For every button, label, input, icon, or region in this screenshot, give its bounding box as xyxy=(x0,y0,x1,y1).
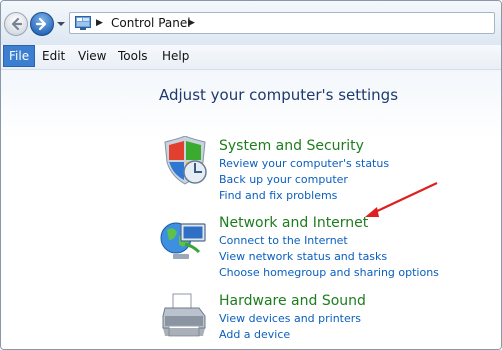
category-hardware-sound[interactable]: Hardware and Sound xyxy=(219,292,366,310)
category-network-internet[interactable]: Network and Internet xyxy=(219,214,368,232)
menu-edit[interactable]: Edit xyxy=(37,45,70,67)
printer-icon[interactable] xyxy=(159,292,209,342)
content-pane: Adjust your computer's settings System a… xyxy=(1,70,501,349)
address-bar-area: ▶ Control Panel ▶ xyxy=(1,1,501,45)
link-devices-printers[interactable]: View devices and printers xyxy=(219,311,361,326)
breadcrumb-control-panel[interactable]: Control Panel xyxy=(111,15,191,31)
breadcrumb-chevron-icon[interactable]: ▶ xyxy=(188,15,195,31)
menu-view[interactable]: View xyxy=(73,45,111,67)
link-back-up[interactable]: Back up your computer xyxy=(219,172,348,187)
address-field[interactable]: ▶ Control Panel ▶ xyxy=(69,12,495,34)
menu-tools[interactable]: Tools xyxy=(113,45,153,67)
link-add-device[interactable]: Add a device xyxy=(219,327,290,342)
shield-icon[interactable] xyxy=(161,136,211,186)
control-panel-window: ▶ Control Panel ▶ File Edit View Tools H… xyxy=(0,0,502,350)
link-find-fix[interactable]: Find and fix problems xyxy=(219,188,337,203)
back-arrow-icon xyxy=(11,17,23,31)
menu-help[interactable]: Help xyxy=(157,45,194,67)
breadcrumb-separator-icon[interactable]: ▶ xyxy=(96,15,103,31)
forward-arrow-icon xyxy=(35,17,47,31)
annotation-arrow-icon xyxy=(365,182,438,217)
link-connect-internet[interactable]: Connect to the Internet xyxy=(219,233,348,248)
menu-file[interactable]: File xyxy=(3,45,36,67)
history-dropdown-icon[interactable] xyxy=(56,20,66,28)
menu-bar: File Edit View Tools Help xyxy=(1,45,501,70)
forward-button[interactable] xyxy=(30,12,54,36)
link-review-status[interactable]: Review your computer's status xyxy=(219,156,389,171)
link-homegroup[interactable]: Choose homegroup and sharing options xyxy=(219,265,439,280)
page-title: Adjust your computer's settings xyxy=(159,86,399,104)
category-system-security[interactable]: System and Security xyxy=(219,137,364,155)
control-panel-icon xyxy=(75,16,91,30)
link-network-status[interactable]: View network status and tasks xyxy=(219,249,387,264)
network-globe-icon[interactable] xyxy=(159,214,209,264)
back-button[interactable] xyxy=(4,12,28,36)
